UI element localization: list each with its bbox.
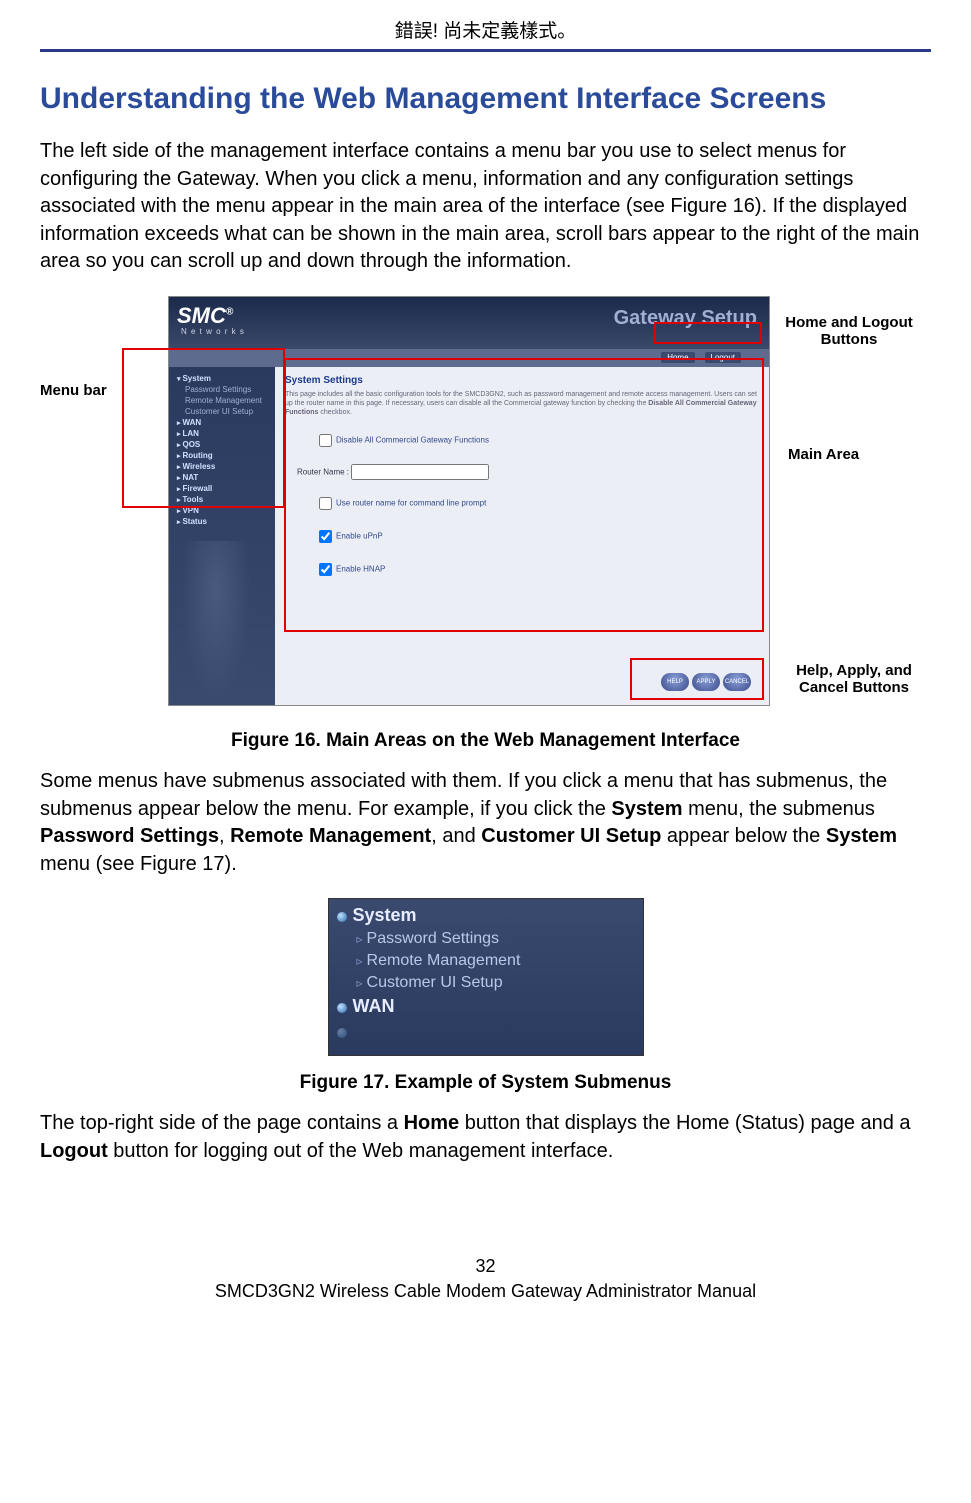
figure-17-caption: Figure 17. Example of System Submenus	[40, 1072, 931, 1094]
figure-16-screenshot: SMC® N e t w o r k s Gateway Setup Home …	[168, 296, 770, 706]
sidebar: System Password Settings Remote Manageme…	[169, 367, 275, 705]
page-footer: 32 SMCD3GN2 Wireless Cable Modem Gateway…	[40, 1256, 931, 1302]
sidebar-item-wireless[interactable]: Wireless	[169, 461, 275, 472]
cancel-button[interactable]: CANCEL	[723, 673, 751, 691]
callout-home-logout: Home and Logout Buttons	[784, 314, 914, 348]
sidebar-item-vpn[interactable]: VPN	[169, 505, 275, 516]
fig17-customer[interactable]: Customer UI Setup	[333, 972, 639, 994]
action-buttons: HELP APPLY CANCEL	[661, 673, 751, 691]
home-button[interactable]: Home	[661, 352, 694, 363]
checkbox-enable-upnp[interactable]: Enable uPnP	[315, 527, 759, 546]
main-desc: This page includes all the basic configu…	[285, 390, 759, 417]
fig17-remote[interactable]: Remote Management	[333, 950, 639, 972]
page-heading: Understanding the Web Management Interfa…	[40, 82, 931, 116]
sidebar-item-nat[interactable]: NAT	[169, 472, 275, 483]
apply-button[interactable]: APPLY	[692, 673, 720, 691]
paragraph-1: The left side of the management interfac…	[40, 138, 931, 276]
checkbox-enable-hnap[interactable]: Enable HNAP	[315, 560, 759, 579]
sidebar-item-tools[interactable]: Tools	[169, 494, 275, 505]
sidebar-item-wan[interactable]: WAN	[169, 417, 275, 428]
main-area: System Settings This page includes all t…	[275, 367, 769, 705]
footer-title: SMCD3GN2 Wireless Cable Modem Gateway Ad…	[40, 1281, 931, 1302]
sidebar-sub-remote[interactable]: Remote Management	[169, 395, 275, 406]
checkbox-disable-all[interactable]: Disable All Commercial Gateway Functions	[315, 431, 759, 450]
sidebar-sub-password[interactable]: Password Settings	[169, 384, 275, 395]
figure-16-wrap: Menu bar Home and Logout Buttons Main Ar…	[40, 296, 931, 716]
smc-logo: SMC®	[177, 303, 233, 329]
help-button[interactable]: HELP	[661, 673, 689, 691]
top-bar: Home Logout	[169, 349, 769, 367]
sidebar-sub-customer[interactable]: Customer UI Setup	[169, 406, 275, 417]
page-header-error: 錯誤! 尚未定義樣式。	[40, 16, 931, 43]
sidebar-item-status[interactable]: Status	[169, 516, 275, 527]
fig17-system[interactable]: System	[333, 903, 639, 928]
sidebar-item-system[interactable]: System	[169, 373, 275, 384]
sidebar-item-lan[interactable]: LAN	[169, 428, 275, 439]
checkbox-use-router-name[interactable]: Use router name for command line prompt	[315, 494, 759, 513]
router-name-row: Router Name :	[297, 464, 759, 480]
fig17-lan-partial	[333, 1019, 639, 1044]
callout-main-area: Main Area	[788, 446, 859, 463]
figure-17-screenshot: System Password Settings Remote Manageme…	[328, 898, 644, 1056]
router-name-label: Router Name :	[297, 468, 349, 477]
main-title: System Settings	[285, 375, 759, 386]
router-name-input[interactable]	[351, 464, 489, 480]
paragraph-2: Some menus have submenus associated with…	[40, 768, 931, 878]
smc-logo-sub: N e t w o r k s	[181, 327, 245, 336]
callout-help-apply-cancel: Help, Apply, and Cancel Buttons	[784, 662, 924, 696]
paragraph-3: The top-right side of the page contains …	[40, 1110, 931, 1165]
fig17-wan[interactable]: WAN	[333, 994, 639, 1019]
header-rule	[40, 49, 931, 52]
callout-menu-bar: Menu bar	[40, 382, 107, 399]
gateway-setup-title: Gateway Setup	[614, 307, 757, 330]
fig17-password[interactable]: Password Settings	[333, 928, 639, 950]
logout-button[interactable]: Logout	[705, 352, 741, 363]
figure-16-caption: Figure 16. Main Areas on the Web Managem…	[40, 730, 931, 752]
page-number: 32	[40, 1256, 931, 1277]
sidebar-item-firewall[interactable]: Firewall	[169, 483, 275, 494]
sidebar-item-qos[interactable]: QOS	[169, 439, 275, 450]
sidebar-item-routing[interactable]: Routing	[169, 450, 275, 461]
